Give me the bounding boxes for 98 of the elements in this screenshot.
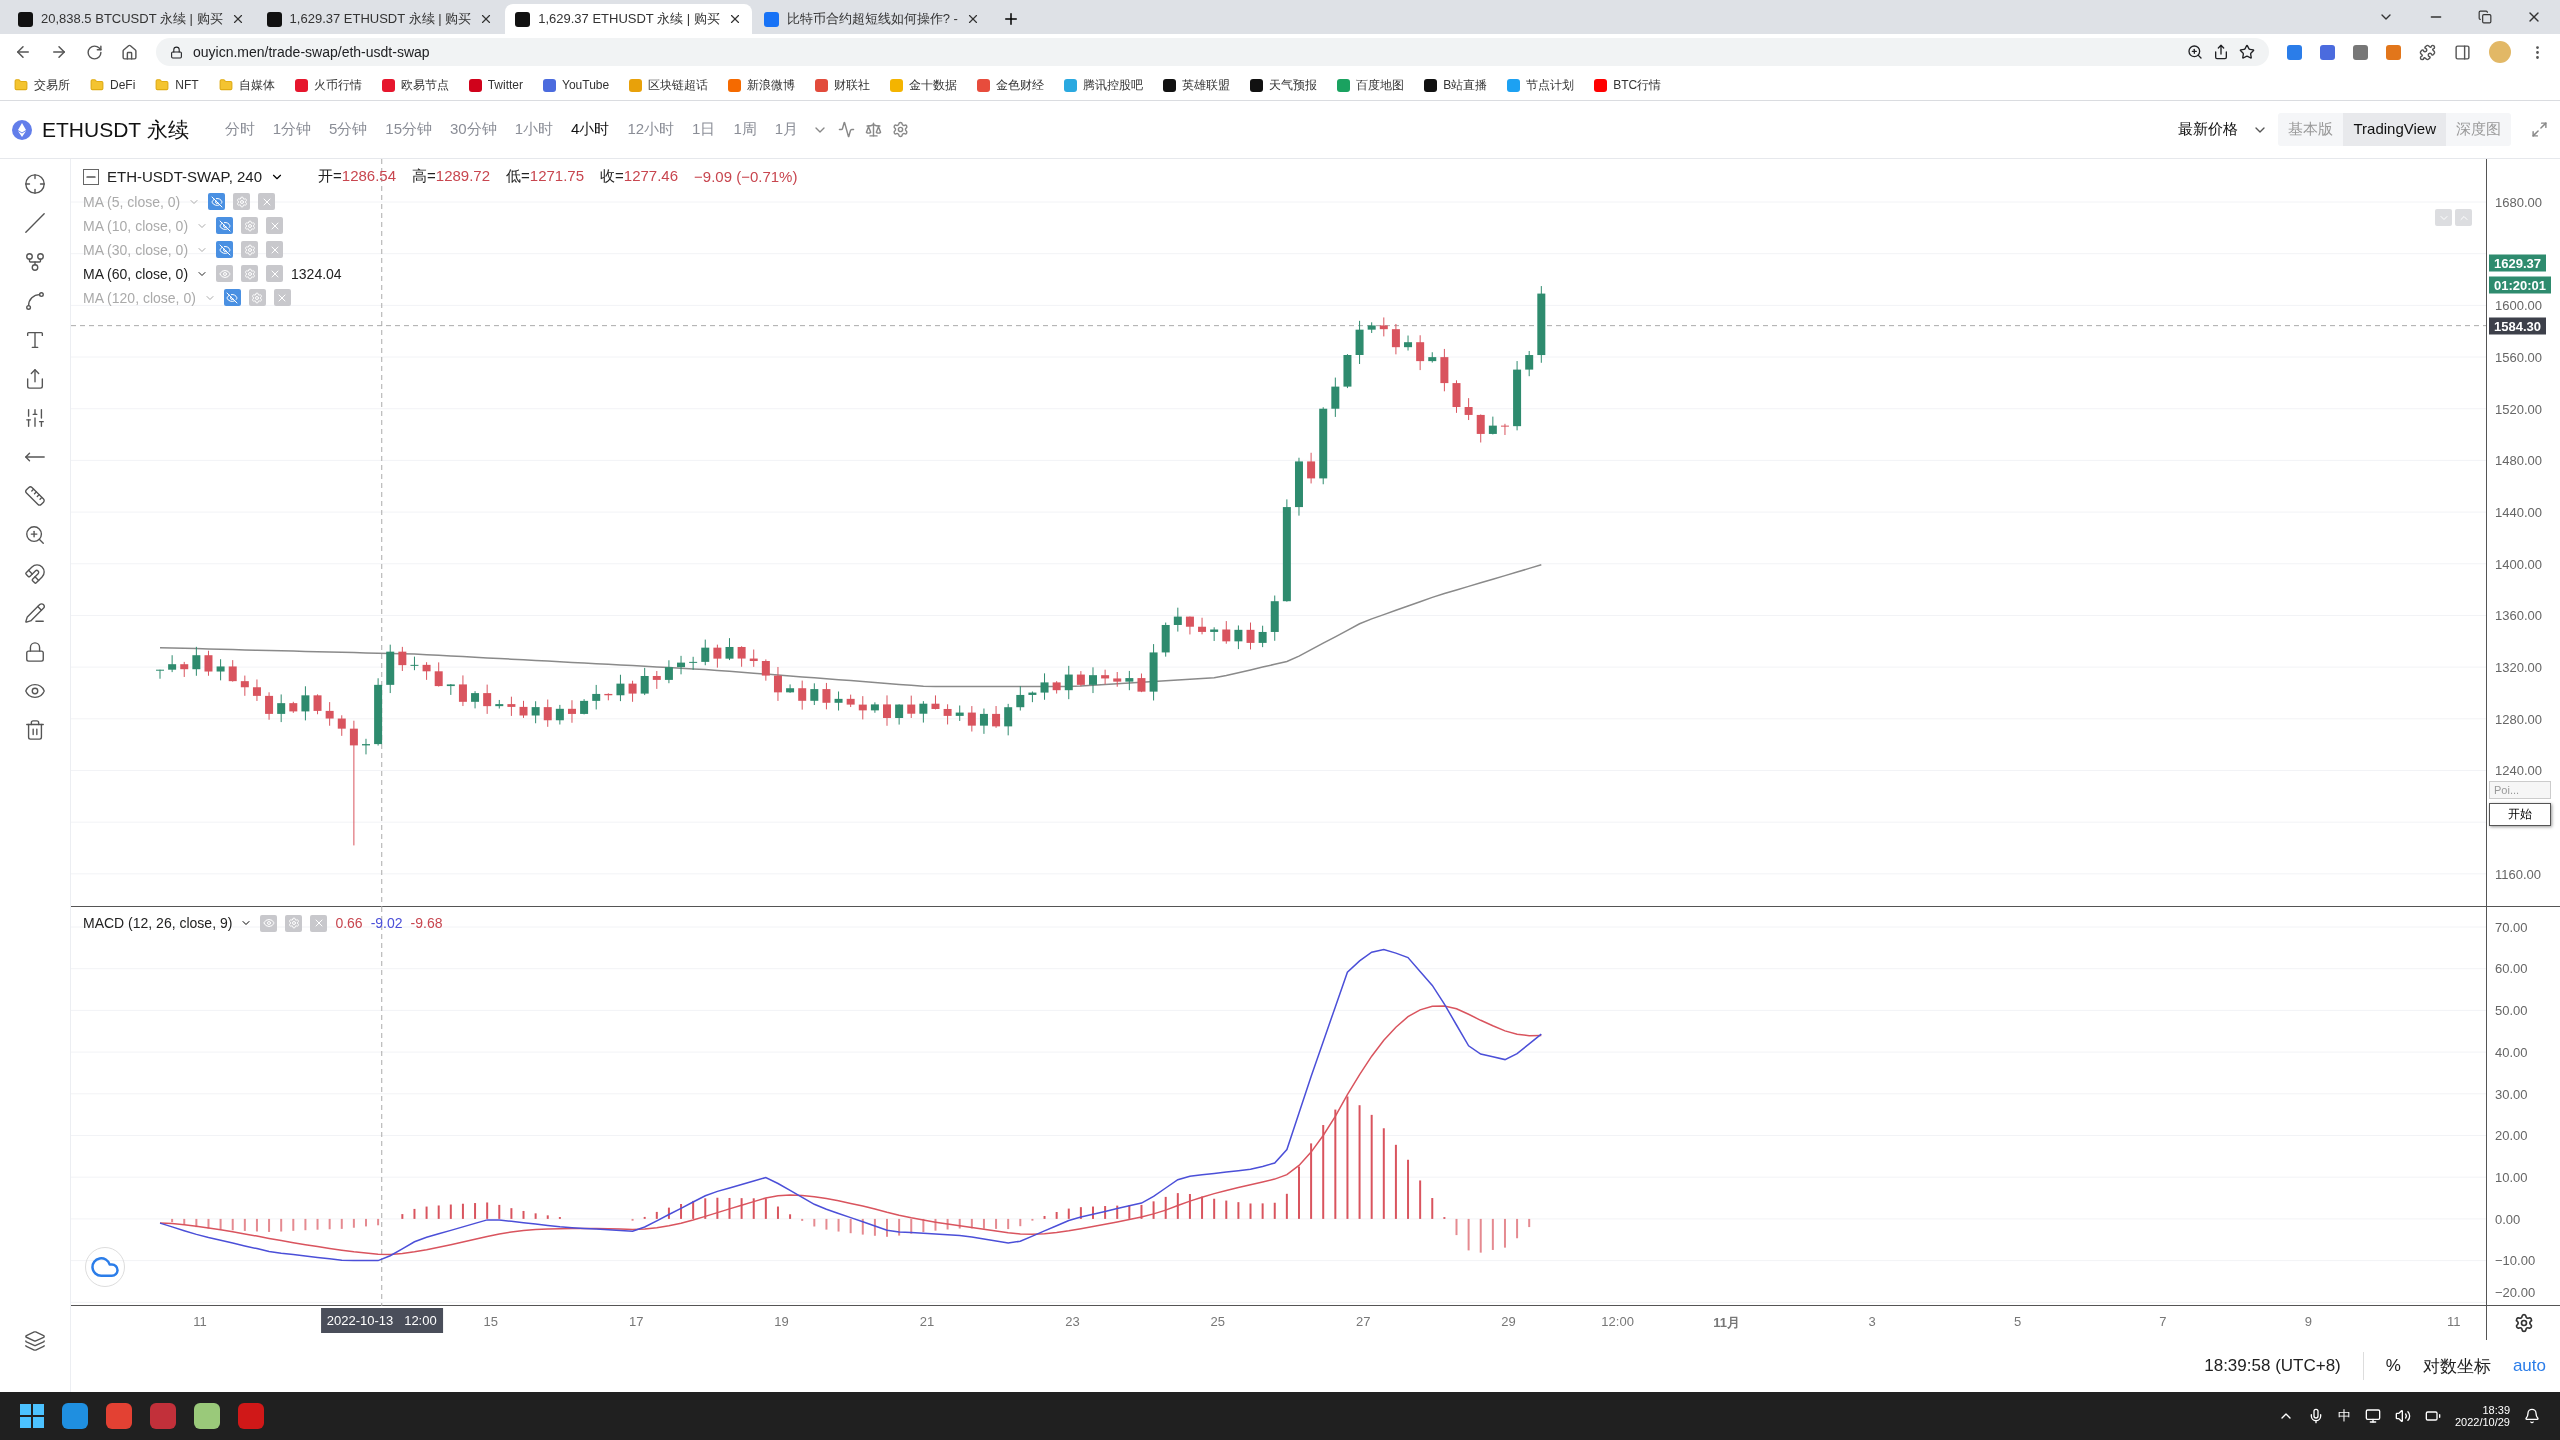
interval-tab[interactable]: 1月 [770, 120, 803, 139]
bookmark[interactable]: 腾讯控股吧 [1064, 76, 1144, 94]
bookmark[interactable]: 火币行情 [294, 76, 362, 94]
bookmark[interactable]: 百度地图 [1337, 76, 1405, 94]
time-tick: 9 [2304, 1314, 2312, 1330]
macd-tick: −20.00 [2495, 1284, 2536, 1300]
bookmark[interactable]: YouTube [543, 78, 610, 92]
countdown-label: 01:20:01 [2489, 276, 2552, 294]
bookmark[interactable]: BTC行情 [1594, 76, 1662, 94]
time-tick: 15 [483, 1314, 499, 1330]
browser-tab[interactable]: 比特币合约超短线如何操作? - [753, 4, 990, 34]
time-tick: 11 [193, 1314, 207, 1330]
interval-tab[interactable]: 1分钟 [268, 120, 315, 139]
macd-tick: −10.00 [2495, 1252, 2536, 1268]
interval-tab[interactable]: 4小时 [567, 120, 614, 139]
crosshair-time-label: 2022-10-13 12:00 [320, 1308, 443, 1334]
crosshair-price-label: 1584.30 [2489, 317, 2546, 335]
view-tab[interactable]: TradingView [2343, 113, 2446, 146]
price-type-dropdown[interactable]: 最新价格 [2174, 120, 2243, 139]
log-scale-toggle[interactable]: 对数坐标 [2422, 1354, 2491, 1378]
time-tick: 23 [1065, 1314, 1080, 1330]
taskbar-date[interactable]: 2022/10/29 [2454, 1416, 2510, 1428]
time-tick: 17 [628, 1314, 644, 1330]
price-tick: 1600.00 [2495, 297, 2542, 313]
bookmark[interactable]: 天气预报 [1250, 76, 1318, 94]
price-tick: 1480.00 [2495, 452, 2542, 468]
bookmark[interactable]: B站直播 [1424, 76, 1488, 94]
macd-tick: 10.00 [2495, 1169, 2528, 1185]
interval-tab[interactable]: 1日 [688, 120, 720, 139]
bookmark[interactable]: 新浪微博 [728, 76, 796, 94]
bookmark[interactable]: 区块链超话 [629, 76, 709, 94]
ohlc-value: 收=1277.46 [600, 167, 679, 186]
indicator-value: -9.02 [370, 915, 403, 932]
taskbar-time[interactable]: 18:39 [2482, 1404, 2510, 1416]
price-tick: 1360.00 [2495, 607, 2542, 623]
price-tick: 1240.00 [2495, 762, 2542, 778]
bookmark[interactable]: Twitter [468, 78, 523, 92]
input-method-indicator[interactable]: 中 [2337, 1407, 2351, 1425]
indicator-label[interactable]: MA (60, close, 0) [83, 265, 189, 282]
time-tick: 19 [774, 1314, 789, 1330]
macd-tick: 0.00 [2495, 1211, 2521, 1227]
macd-tick: 70.00 [2495, 919, 2528, 935]
interval-tab[interactable]: 1周 [729, 120, 761, 139]
price-tick: 1280.00 [2495, 711, 2542, 727]
time-tick: 29 [1501, 1314, 1516, 1330]
price-tick: 1320.00 [2495, 659, 2542, 675]
price-tick: 1160.00 [2495, 866, 2542, 882]
bookmark[interactable]: 财联社 [815, 76, 871, 94]
time-tick: 7 [2159, 1314, 2167, 1330]
indicator-label[interactable]: MACD (12, 26, close, 9) [83, 915, 233, 932]
bookmark[interactable]: 节点计划 [1507, 76, 1575, 94]
time-tick: 11 [2446, 1314, 2461, 1330]
price-change: −9.09 (−0.71%) [694, 168, 798, 185]
last-price-label: 1629.37 [2489, 254, 2546, 272]
time-tick: 12:00 [1601, 1314, 1634, 1330]
price-tick: 1440.00 [2495, 504, 2542, 520]
bookmark[interactable]: 交易所 [14, 76, 70, 94]
time-tick: 21 [919, 1314, 935, 1330]
price-tick: 1680.00 [2495, 194, 2542, 210]
clock-text: 18:39:58 (UTC+8) [2204, 1356, 2341, 1377]
time-tick: 5 [2013, 1314, 2022, 1330]
interval-tab[interactable]: 1小时 [510, 120, 558, 139]
time-tick: 3 [1868, 1314, 1876, 1330]
indicator-value: -9.68 [410, 915, 443, 932]
indicator-value: 0.66 [335, 915, 363, 932]
ohlc-value: 低=1271.75 [506, 167, 585, 186]
macd-tick: 30.00 [2495, 1086, 2528, 1102]
bookmark[interactable]: NFT [155, 78, 199, 92]
ohlc-value: 高=1289.72 [412, 167, 491, 186]
price-tick: 1560.00 [2495, 349, 2542, 365]
bookmark[interactable]: 英雄联盟 [1163, 76, 1231, 94]
address-bar[interactable]: ouyicn.men/trade-swap/eth-usdt-swap [156, 38, 2269, 66]
symbol-title: ETHUSDT 永续 [42, 116, 189, 143]
bookmark[interactable]: DeFi [90, 78, 136, 92]
indicator-value: 1324.04 [291, 265, 342, 282]
macd-tick: 20.00 [2495, 1127, 2528, 1143]
bookmark[interactable]: 金十数据 [890, 76, 958, 94]
macd-tick: 40.00 [2495, 1044, 2528, 1060]
bookmark[interactable]: 欧易节点 [381, 76, 449, 94]
time-tick: 25 [1210, 1314, 1226, 1330]
time-tick: 27 [1355, 1314, 1371, 1330]
price-tick: 1400.00 [2495, 556, 2542, 572]
auto-scale-toggle[interactable]: auto [2512, 1356, 2546, 1377]
bookmark[interactable]: 自媒体 [218, 76, 275, 94]
chart-symbol[interactable]: ETH-USDT-SWAP, 240 [107, 168, 263, 185]
browser-tab[interactable]: 1,629.37 ETHUSDT 永续 | 购买 [256, 4, 504, 34]
bookmark[interactable]: 金色财经 [977, 76, 1045, 94]
browser-tab[interactable]: 20,838.5 BTCUSDT 永续 | 购买 [8, 4, 255, 34]
percent-toggle[interactable]: % [2385, 1356, 2401, 1377]
interval-tab[interactable]: 12小时 [623, 120, 679, 139]
ohlc-value: 开=1286.54 [318, 167, 397, 186]
start-button[interactable]: 开始 [2489, 803, 2551, 826]
price-tick: 1520.00 [2495, 401, 2542, 417]
browser-tab[interactable]: 1,629.37 ETHUSDT 永续 | 购买 [505, 4, 752, 34]
macd-tick: 50.00 [2495, 1002, 2528, 1018]
interval-tab[interactable]: 分时 [220, 120, 259, 139]
time-tick: 11月 [1713, 1314, 1741, 1333]
macd-tick: 60.00 [2495, 960, 2528, 976]
